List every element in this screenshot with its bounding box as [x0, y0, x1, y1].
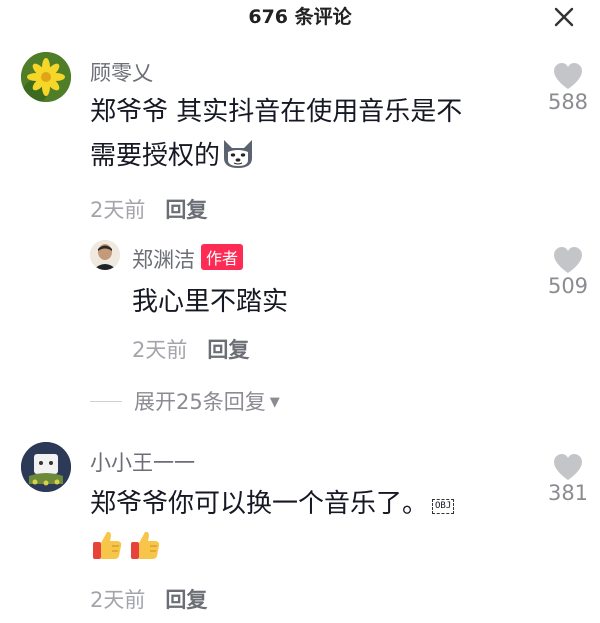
close-icon[interactable] — [551, 4, 577, 30]
avatar[interactable] — [21, 442, 71, 492]
comment-text: 郑爷爷 其实抖音在使用音乐是不 需要授权的 — [90, 90, 530, 178]
reply-button[interactable]: 回复 — [165, 588, 207, 612]
caret-down-icon: ▼ — [269, 395, 280, 410]
divider-line — [90, 401, 122, 402]
username[interactable]: 郑渊洁 作者 — [132, 244, 244, 274]
like-block: 381 — [538, 453, 598, 505]
avatar[interactable] — [90, 240, 120, 270]
reply-meta: 2天前 回复 — [132, 334, 249, 364]
avatar[interactable] — [21, 52, 71, 102]
username[interactable]: 小小王一一 — [90, 447, 195, 477]
comment-count-title: 676 条评论 — [248, 6, 352, 28]
comment-text-line1: 郑爷爷 其实抖音在使用音乐是不 — [90, 97, 463, 127]
author-username: 郑渊洁 — [132, 248, 195, 272]
timestamp: 2天前 — [90, 588, 146, 612]
expand-replies-label: 展开25条回复 — [134, 390, 266, 414]
like-count: 381 — [547, 481, 589, 505]
username[interactable]: 顾零乂 — [90, 57, 153, 87]
obj-placeholder: OBJ — [432, 499, 455, 514]
comments-header: 676 条评论 — [0, 0, 600, 32]
timestamp: 2天前 — [90, 198, 146, 222]
heart-icon[interactable] — [553, 62, 583, 90]
reply-text: 我心里不踏实 — [132, 287, 289, 317]
heart-icon[interactable] — [553, 246, 583, 274]
comment-meta: 2天前 回复 — [90, 584, 207, 614]
comment-meta: 2天前 回复 — [90, 194, 207, 224]
like-block: 588 — [538, 62, 598, 114]
like-count: 509 — [547, 274, 589, 298]
thumbs-up-emoji — [93, 531, 122, 559]
comment-text-line1: 郑爷爷你可以换一个音乐了。 — [90, 489, 429, 519]
comment-text-line2: 需要授权的 — [90, 141, 221, 171]
author-badge: 作者 — [201, 244, 244, 270]
like-count: 588 — [547, 90, 589, 114]
reply-button[interactable]: 回复 — [207, 338, 249, 362]
reply-button[interactable]: 回复 — [165, 198, 207, 222]
heart-icon[interactable] — [553, 453, 583, 481]
like-block: 509 — [538, 246, 598, 298]
expand-replies-button[interactable]: 展开25条回复 ▼ — [90, 386, 280, 416]
thumbs-up-emojis — [90, 531, 162, 563]
thumbs-up-emoji — [131, 531, 160, 559]
timestamp: 2天前 — [132, 338, 188, 362]
husky-dog-emoji — [224, 140, 253, 168]
comment-text: 郑爷爷你可以换一个音乐了。 OBJ — [90, 482, 530, 570]
